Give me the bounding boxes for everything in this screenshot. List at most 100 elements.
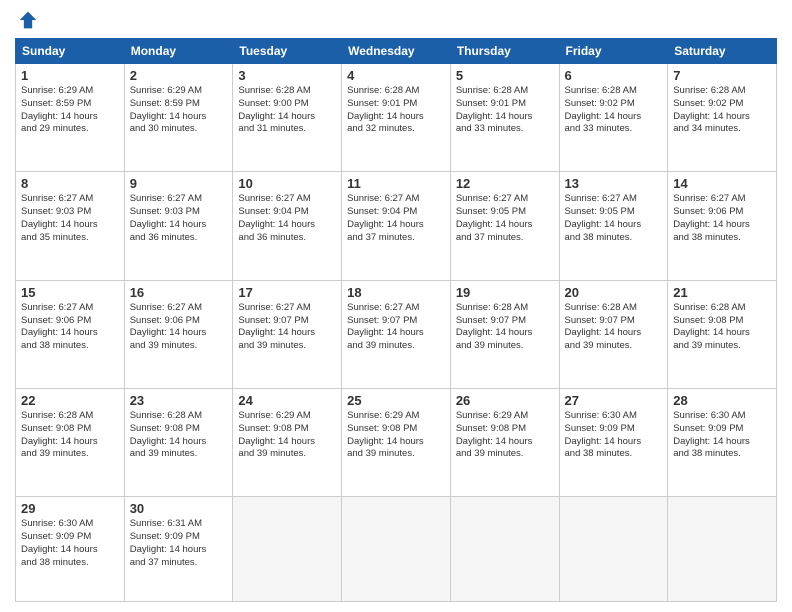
day-number: 23: [130, 393, 228, 408]
daylight-label: Daylight: 14 hours: [347, 111, 424, 122]
daylight-label: Daylight: 14 hours: [347, 219, 424, 230]
day-number: 4: [347, 68, 445, 83]
daylight-minutes: and 35 minutes.: [21, 232, 89, 243]
daylight-label: Daylight: 14 hours: [565, 219, 642, 230]
daylight-label: Daylight: 14 hours: [238, 327, 315, 338]
calendar-header-wednesday: Wednesday: [342, 39, 451, 64]
calendar-cell: [342, 497, 451, 602]
day-info: Sunrise: 6:27 AM Sunset: 9:06 PM Dayligh…: [673, 193, 771, 244]
calendar-cell: 22 Sunrise: 6:28 AM Sunset: 9:08 PM Dayl…: [16, 389, 125, 497]
daylight-minutes: and 39 minutes.: [21, 448, 89, 459]
daylight-minutes: and 39 minutes.: [347, 448, 415, 459]
day-info: Sunrise: 6:27 AM Sunset: 9:05 PM Dayligh…: [456, 193, 554, 244]
sunrise-label: Sunrise: 6:29 AM: [130, 85, 202, 96]
daylight-minutes: and 38 minutes.: [565, 448, 633, 459]
sunrise-label: Sunrise: 6:31 AM: [130, 518, 202, 529]
sunrise-label: Sunrise: 6:27 AM: [21, 302, 93, 313]
day-number: 24: [238, 393, 336, 408]
sunset-label: Sunset: 9:08 PM: [456, 423, 526, 434]
daylight-label: Daylight: 14 hours: [21, 111, 98, 122]
sunrise-label: Sunrise: 6:28 AM: [21, 410, 93, 421]
logo-icon: [18, 10, 38, 30]
day-number: 9: [130, 176, 228, 191]
day-number: 21: [673, 285, 771, 300]
sunrise-label: Sunrise: 6:27 AM: [347, 302, 419, 313]
calendar-cell: [668, 497, 777, 602]
sunrise-label: Sunrise: 6:28 AM: [565, 302, 637, 313]
daylight-minutes: and 36 minutes.: [238, 232, 306, 243]
calendar-week-1: 1 Sunrise: 6:29 AM Sunset: 8:59 PM Dayli…: [16, 64, 777, 172]
calendar-cell: 20 Sunrise: 6:28 AM Sunset: 9:07 PM Dayl…: [559, 280, 668, 388]
calendar-cell: 27 Sunrise: 6:30 AM Sunset: 9:09 PM Dayl…: [559, 389, 668, 497]
day-number: 15: [21, 285, 119, 300]
daylight-label: Daylight: 14 hours: [347, 327, 424, 338]
calendar-cell: [450, 497, 559, 602]
day-info: Sunrise: 6:29 AM Sunset: 9:08 PM Dayligh…: [456, 410, 554, 461]
daylight-label: Daylight: 14 hours: [673, 111, 750, 122]
calendar-cell: 24 Sunrise: 6:29 AM Sunset: 9:08 PM Dayl…: [233, 389, 342, 497]
sunrise-label: Sunrise: 6:28 AM: [456, 302, 528, 313]
calendar-cell: 10 Sunrise: 6:27 AM Sunset: 9:04 PM Dayl…: [233, 172, 342, 280]
day-number: 26: [456, 393, 554, 408]
calendar-cell: 14 Sunrise: 6:27 AM Sunset: 9:06 PM Dayl…: [668, 172, 777, 280]
calendar-cell: 23 Sunrise: 6:28 AM Sunset: 9:08 PM Dayl…: [124, 389, 233, 497]
calendar-cell: [233, 497, 342, 602]
sunset-label: Sunset: 9:06 PM: [130, 315, 200, 326]
day-info: Sunrise: 6:28 AM Sunset: 9:02 PM Dayligh…: [673, 85, 771, 136]
daylight-label: Daylight: 14 hours: [565, 327, 642, 338]
daylight-label: Daylight: 14 hours: [130, 219, 207, 230]
sunset-label: Sunset: 9:03 PM: [130, 206, 200, 217]
day-info: Sunrise: 6:30 AM Sunset: 9:09 PM Dayligh…: [565, 410, 663, 461]
sunrise-label: Sunrise: 6:27 AM: [21, 193, 93, 204]
calendar-cell: 17 Sunrise: 6:27 AM Sunset: 9:07 PM Dayl…: [233, 280, 342, 388]
calendar-week-2: 8 Sunrise: 6:27 AM Sunset: 9:03 PM Dayli…: [16, 172, 777, 280]
day-info: Sunrise: 6:30 AM Sunset: 9:09 PM Dayligh…: [21, 518, 119, 569]
calendar-cell: 2 Sunrise: 6:29 AM Sunset: 8:59 PM Dayli…: [124, 64, 233, 172]
daylight-minutes: and 38 minutes.: [673, 232, 741, 243]
sunset-label: Sunset: 9:09 PM: [21, 531, 91, 542]
day-number: 3: [238, 68, 336, 83]
daylight-minutes: and 38 minutes.: [673, 448, 741, 459]
daylight-minutes: and 39 minutes.: [130, 448, 198, 459]
sunrise-label: Sunrise: 6:29 AM: [347, 410, 419, 421]
calendar-cell: 18 Sunrise: 6:27 AM Sunset: 9:07 PM Dayl…: [342, 280, 451, 388]
day-number: 25: [347, 393, 445, 408]
day-number: 17: [238, 285, 336, 300]
daylight-minutes: and 37 minutes.: [456, 232, 524, 243]
daylight-label: Daylight: 14 hours: [130, 436, 207, 447]
day-number: 28: [673, 393, 771, 408]
daylight-label: Daylight: 14 hours: [456, 327, 533, 338]
sunrise-label: Sunrise: 6:28 AM: [673, 85, 745, 96]
sunrise-label: Sunrise: 6:28 AM: [238, 85, 310, 96]
daylight-label: Daylight: 14 hours: [456, 219, 533, 230]
calendar-cell: 5 Sunrise: 6:28 AM Sunset: 9:01 PM Dayli…: [450, 64, 559, 172]
day-number: 13: [565, 176, 663, 191]
day-number: 18: [347, 285, 445, 300]
day-number: 2: [130, 68, 228, 83]
calendar-cell: 26 Sunrise: 6:29 AM Sunset: 9:08 PM Dayl…: [450, 389, 559, 497]
sunrise-label: Sunrise: 6:28 AM: [347, 85, 419, 96]
calendar-cell: 1 Sunrise: 6:29 AM Sunset: 8:59 PM Dayli…: [16, 64, 125, 172]
day-info: Sunrise: 6:28 AM Sunset: 9:02 PM Dayligh…: [565, 85, 663, 136]
calendar-header-monday: Monday: [124, 39, 233, 64]
sunset-label: Sunset: 8:59 PM: [130, 98, 200, 109]
sunrise-label: Sunrise: 6:27 AM: [130, 302, 202, 313]
daylight-label: Daylight: 14 hours: [347, 436, 424, 447]
sunrise-label: Sunrise: 6:29 AM: [456, 410, 528, 421]
daylight-minutes: and 39 minutes.: [347, 340, 415, 351]
day-number: 12: [456, 176, 554, 191]
day-info: Sunrise: 6:30 AM Sunset: 9:09 PM Dayligh…: [673, 410, 771, 461]
sunset-label: Sunset: 9:04 PM: [238, 206, 308, 217]
daylight-minutes: and 29 minutes.: [21, 123, 89, 134]
day-number: 6: [565, 68, 663, 83]
day-info: Sunrise: 6:28 AM Sunset: 9:01 PM Dayligh…: [456, 85, 554, 136]
calendar-table: SundayMondayTuesdayWednesdayThursdayFrid…: [15, 38, 777, 602]
day-number: 29: [21, 501, 119, 516]
sunset-label: Sunset: 9:09 PM: [130, 531, 200, 542]
sunset-label: Sunset: 9:07 PM: [238, 315, 308, 326]
calendar-cell: 8 Sunrise: 6:27 AM Sunset: 9:03 PM Dayli…: [16, 172, 125, 280]
daylight-label: Daylight: 14 hours: [21, 327, 98, 338]
daylight-label: Daylight: 14 hours: [673, 219, 750, 230]
daylight-label: Daylight: 14 hours: [21, 436, 98, 447]
sunrise-label: Sunrise: 6:28 AM: [456, 85, 528, 96]
